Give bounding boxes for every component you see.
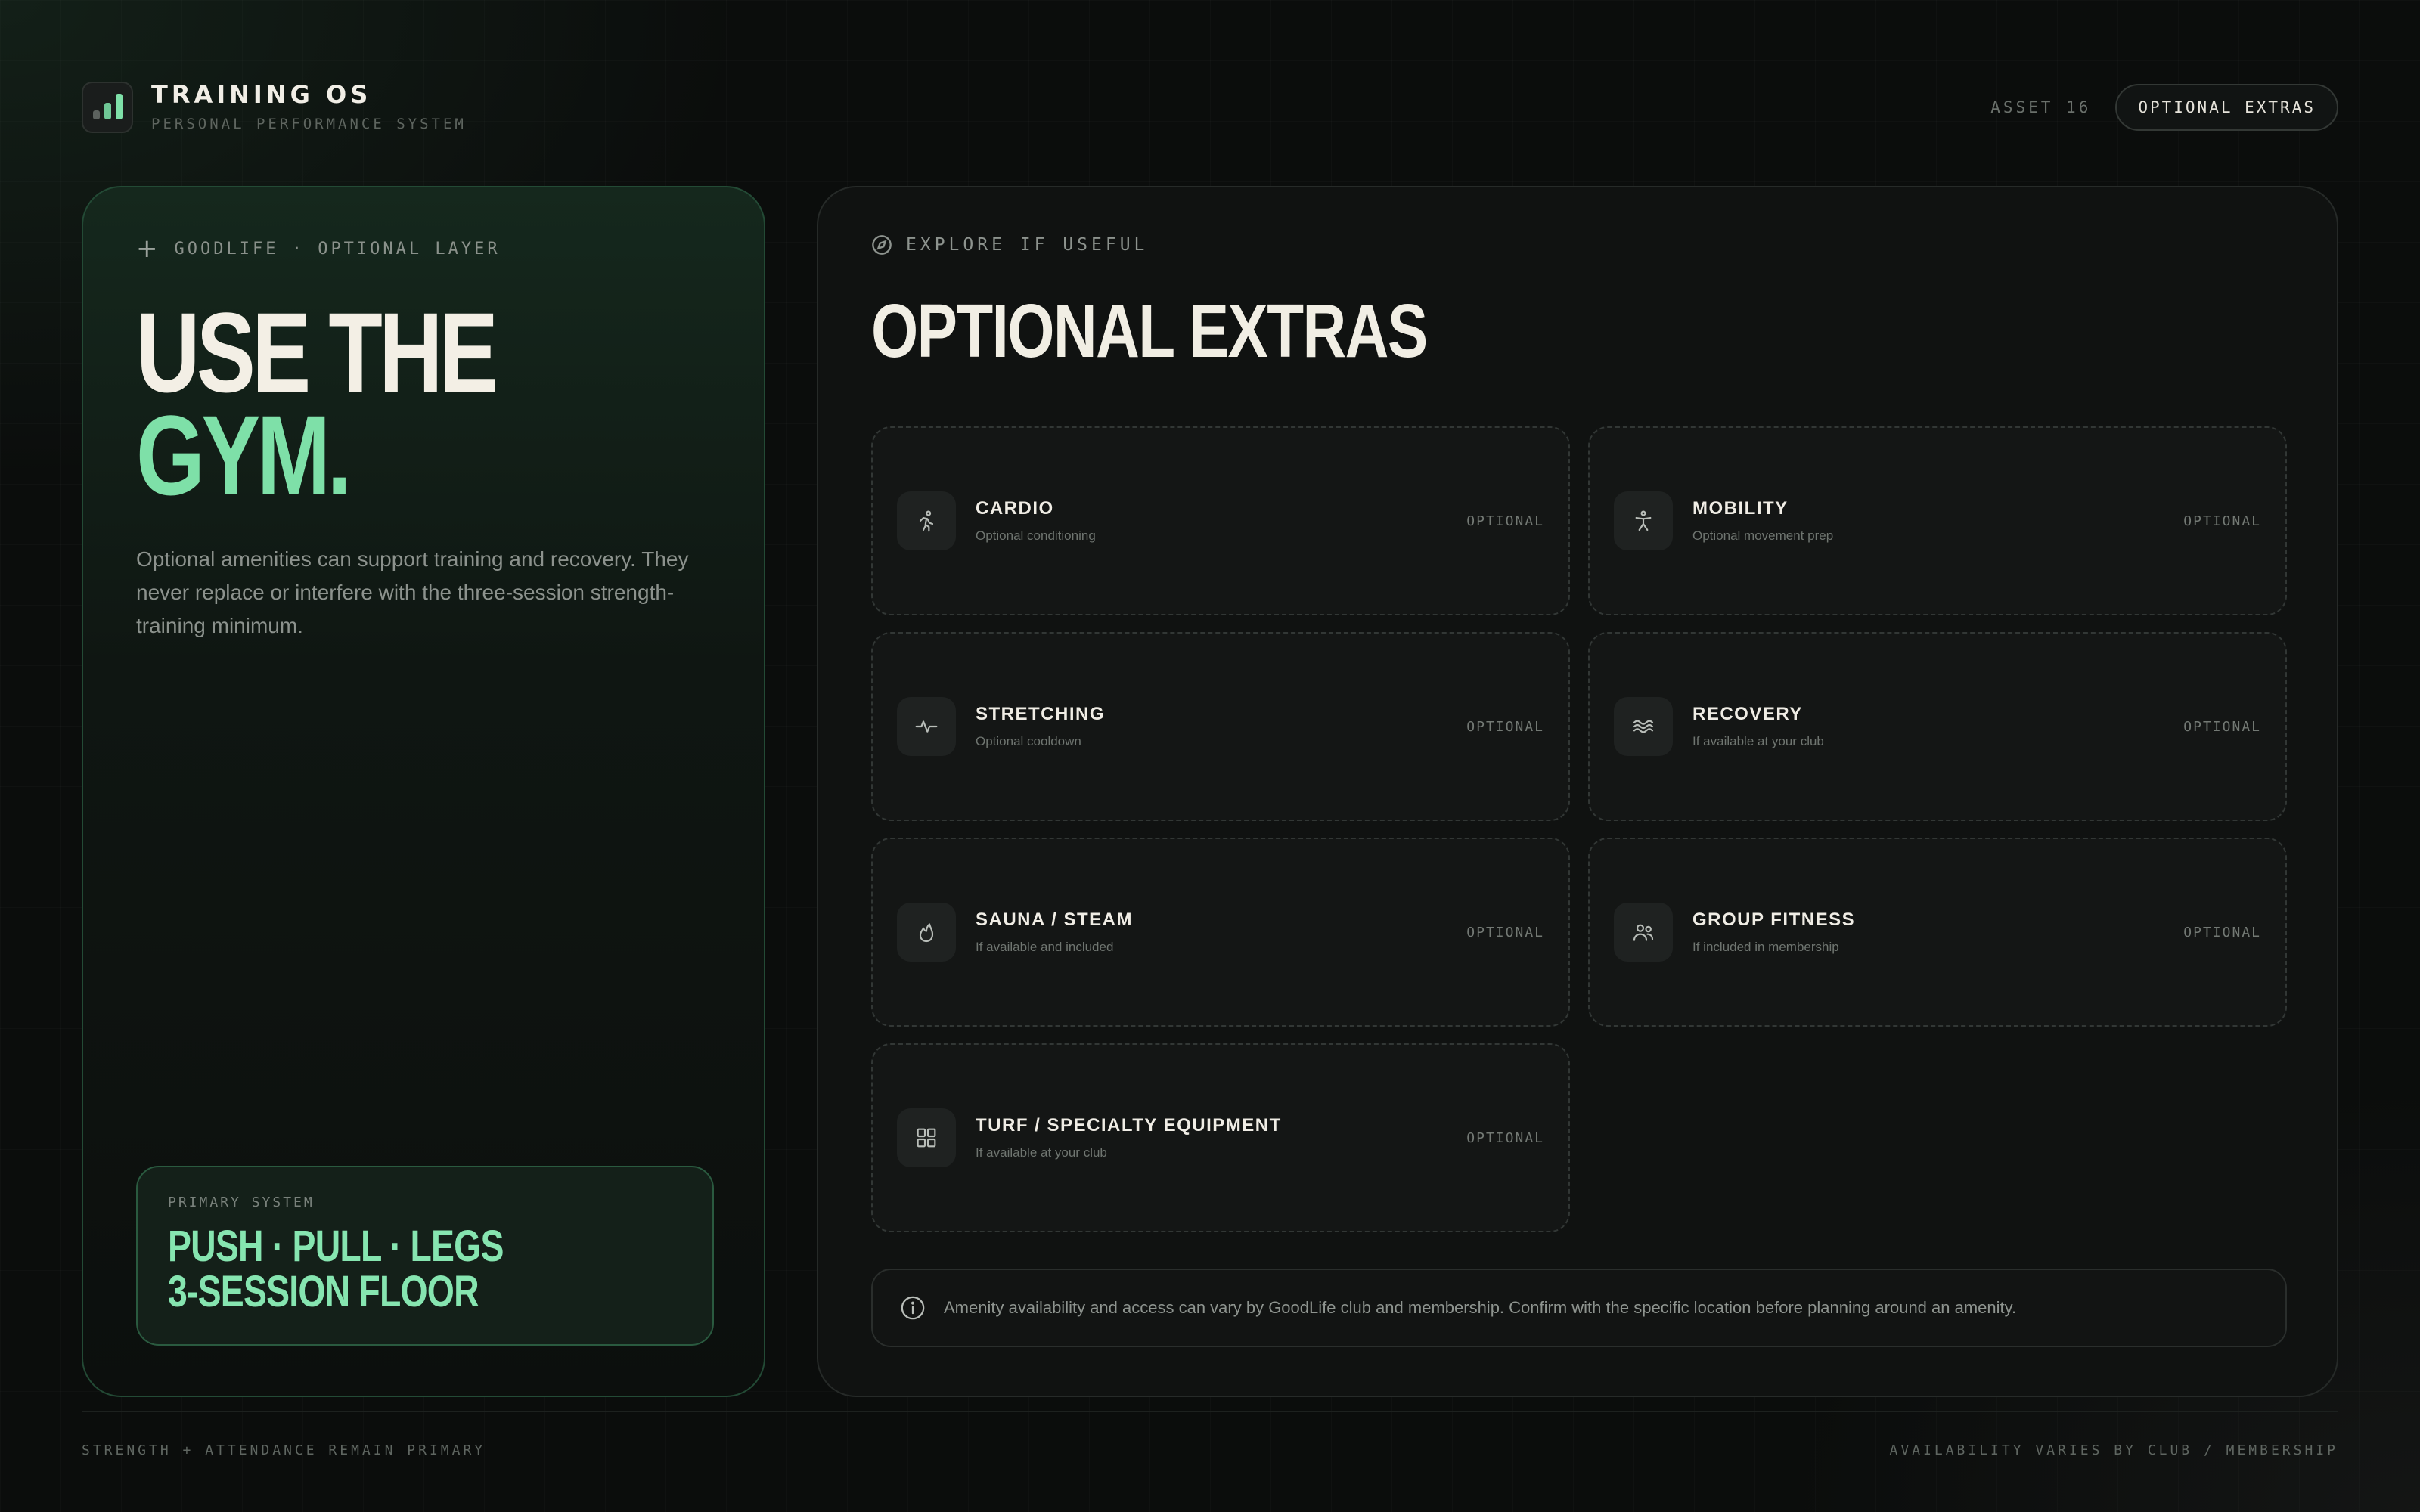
notice-text: Amenity availability and access can vary… (944, 1298, 2017, 1317)
availability-notice: Amenity availability and access can vary… (871, 1269, 2287, 1347)
extras-title: OPTIONAL EXTRAS (871, 289, 1428, 373)
amenity-title: CARDIO (976, 498, 1054, 519)
running-icon (897, 491, 956, 550)
extras-eyebrow-label: EXPLORE IF USEFUL (906, 235, 1149, 255)
grid-icon (897, 1108, 956, 1167)
footer-divider (82, 1411, 2338, 1412)
hero-description: Optional amenities can support training … (136, 547, 689, 637)
primary-system-line-2: 3-SESSION FLOOR (168, 1267, 479, 1316)
brand: TRAINING OS PERSONAL PERFORMANCE SYSTEM (151, 82, 467, 132)
hero-eyebrow: + GOODLIFE · OPTIONAL LAYER (136, 236, 711, 262)
info-icon (901, 1296, 925, 1320)
amenity-tile-stretching[interactable]: STRETCHING Optional cooldown OPTIONAL (871, 632, 1570, 821)
amenity-title: RECOVERY (1692, 704, 1803, 724)
amenity-tile-mobility[interactable]: MOBILITY Optional movement prep OPTIONAL (1588, 426, 2287, 615)
amenity-title: SAUNA / STEAM (976, 909, 1133, 930)
optional-badge: OPTIONAL (1466, 924, 1544, 940)
amenity-tile-turf-specialty[interactable]: TURF / SPECIALTY EQUIPMENT If available … (871, 1043, 1570, 1232)
hero-heading: USE THE GYM. (136, 289, 711, 519)
footer-right: AVAILABILITY VARIES BY CLUB / MEMBERSHIP (1889, 1442, 2338, 1458)
amenity-tile-group-fitness[interactable]: GROUP FITNESS If included in membership … (1588, 838, 2287, 1027)
optional-extras-pill[interactable]: OPTIONAL EXTRAS (2115, 84, 2338, 131)
amenity-subtitle: Optional conditioning (976, 528, 1096, 543)
users-icon (1614, 903, 1673, 962)
person-stretch-icon (1614, 491, 1673, 550)
amenity-subtitle: Optional cooldown (976, 734, 1081, 748)
asset-label: ASSET 16 (1990, 98, 2092, 116)
amenity-subtitle: If available at your club (1692, 734, 1824, 748)
hero-line-1: USE THE (136, 289, 498, 416)
extras-card: EXPLORE IF USEFUL OPTIONAL EXTRAS CARDIO… (817, 186, 2338, 1397)
primary-system-box: PRIMARY SYSTEM PUSH · PULL · LEGS 3-SESS… (136, 1166, 714, 1346)
flame-icon (897, 903, 956, 962)
optional-badge: OPTIONAL (1466, 718, 1544, 735)
hero-card: + GOODLIFE · OPTIONAL LAYER USE THE GYM.… (82, 186, 765, 1397)
extras-eyebrow: EXPLORE IF USEFUL (871, 234, 2284, 256)
hero-eyebrow-label: GOODLIFE · OPTIONAL LAYER (174, 239, 501, 259)
amenity-title: STRETCHING (976, 704, 1105, 724)
waves-icon (1614, 697, 1673, 756)
amenity-tile-recovery[interactable]: RECOVERY If available at your club OPTIO… (1588, 632, 2287, 821)
footer: STRENGTH + ATTENDANCE REMAIN PRIMARY AVA… (82, 1442, 2338, 1458)
primary-system-line-1: PUSH · PULL · LEGS (168, 1222, 504, 1271)
optional-badge: OPTIONAL (1466, 1129, 1544, 1146)
optional-badge: OPTIONAL (1466, 513, 1544, 529)
amenity-subtitle: Optional movement prep (1692, 528, 1834, 543)
optional-badge: OPTIONAL (2183, 924, 2261, 940)
amenity-title: GROUP FITNESS (1692, 909, 1856, 930)
optional-badge: OPTIONAL (2183, 513, 2261, 529)
app-header: TRAINING OS PERSONAL PERFORMANCE SYSTEM … (82, 80, 2338, 135)
plus-icon: + (136, 234, 161, 264)
amenity-grid: CARDIO Optional conditioning OPTIONAL MO… (871, 426, 2287, 1232)
amenity-subtitle: If included in membership (1692, 940, 1839, 954)
amenity-title: TURF / SPECIALTY EQUIPMENT (976, 1115, 1282, 1136)
optional-badge: OPTIONAL (2183, 718, 2261, 735)
brand-title: TRAINING OS (151, 80, 372, 109)
amenity-tile-cardio[interactable]: CARDIO Optional conditioning OPTIONAL (871, 426, 1570, 615)
hero-line-2: GYM. (136, 392, 352, 519)
amenity-tile-sauna-steam[interactable]: SAUNA / STEAM If available and included … (871, 838, 1570, 1027)
primary-system-label: PRIMARY SYSTEM (168, 1194, 315, 1210)
footer-left: STRENGTH + ATTENDANCE REMAIN PRIMARY (82, 1442, 486, 1458)
amenity-subtitle: If available and included (976, 940, 1114, 954)
pulse-icon (897, 697, 956, 756)
amenity-title: MOBILITY (1692, 498, 1789, 519)
bar-chart-icon (82, 82, 133, 133)
amenity-subtitle: If available at your club (976, 1145, 1107, 1160)
compass-icon (872, 235, 892, 255)
brand-subtitle: PERSONAL PERFORMANCE SYSTEM (151, 116, 467, 132)
